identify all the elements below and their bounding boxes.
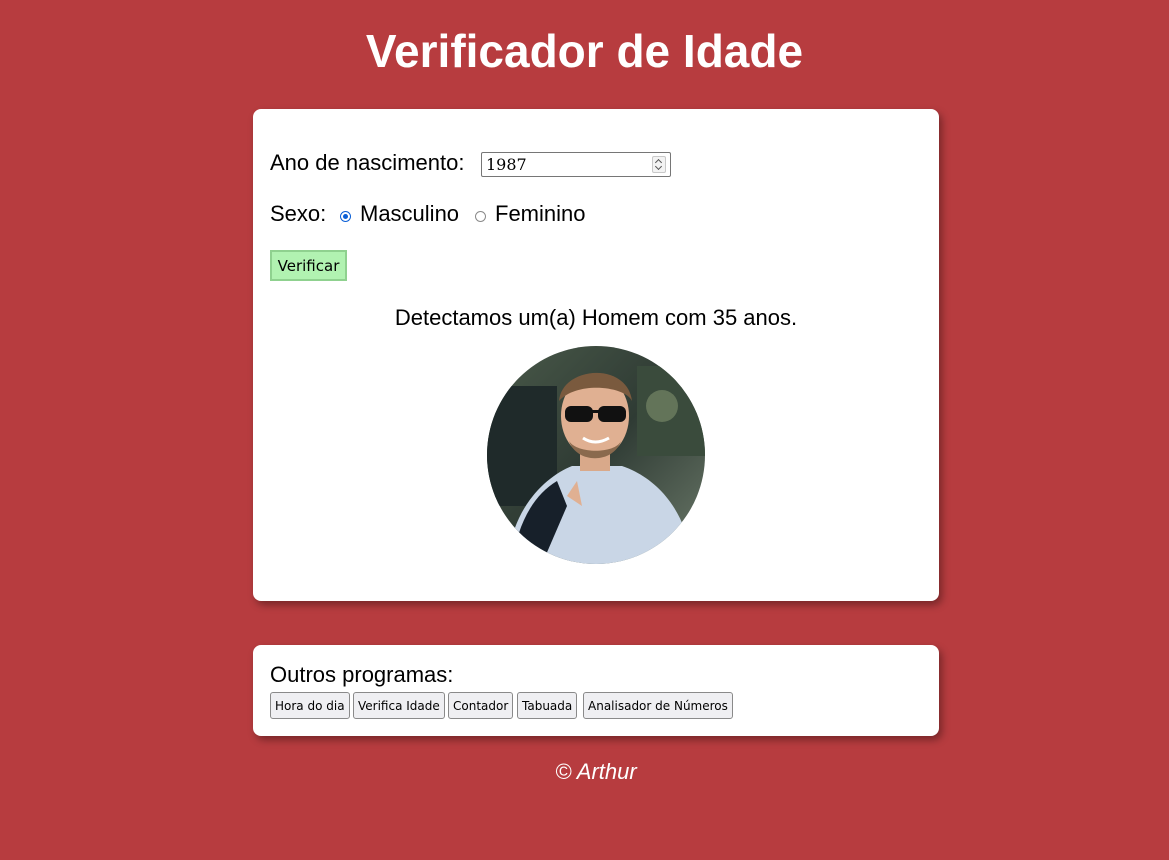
radio-feminino-label[interactable]: Feminino [495, 201, 585, 227]
man-smiling-sunglasses-photo-icon [487, 346, 705, 564]
analisador-de-numeros-button[interactable]: Analisador de Números [583, 692, 733, 719]
other-programs-card [253, 645, 939, 736]
radio-feminino[interactable] [475, 211, 486, 222]
footer-copyright: © Arthur [555, 759, 637, 784]
contador-button[interactable]: Contador [448, 692, 514, 719]
verify-button[interactable]: Verificar [270, 250, 347, 281]
hora-do-dia-button[interactable]: Hora do dia [270, 692, 350, 719]
radio-masculino[interactable] [340, 211, 351, 222]
tabuada-button[interactable]: Tabuada [517, 692, 578, 719]
verifica-idade-button[interactable]: Verifica Idade [353, 692, 445, 719]
page-title: Verificador de Idade [365, 25, 804, 77]
spinner-arrows-icon[interactable] [652, 156, 666, 173]
radio-masculino-label[interactable]: Masculino [360, 201, 459, 227]
man-photo [487, 346, 705, 564]
result-text: Detectamos um(a) Homem com 35 anos. [394, 305, 798, 330]
year-input[interactable] [481, 152, 671, 177]
other-programs-title: Outros programas: [270, 662, 454, 687]
sex-label: Sexo: [270, 201, 327, 226]
year-label: Ano de nascimento: [270, 150, 465, 175]
